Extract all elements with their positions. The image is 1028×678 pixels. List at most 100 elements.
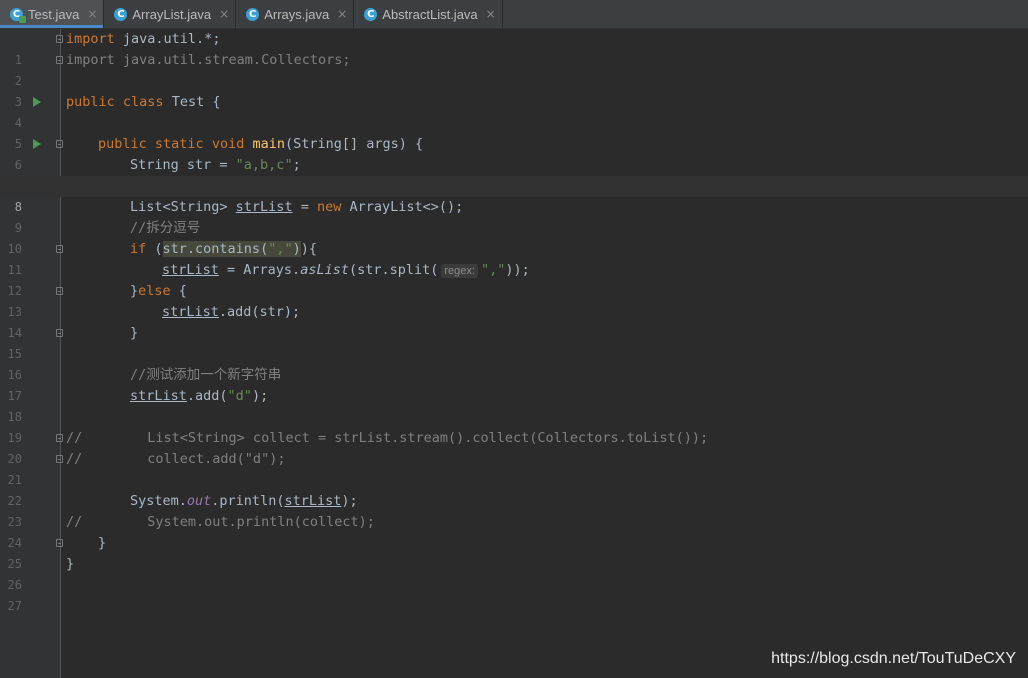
tab-label: Test.java <box>28 6 80 22</box>
code-token: "d" <box>227 388 252 404</box>
code-line-15[interactable]: 15 } <box>0 323 1028 361</box>
code-comment: // collect.add("d"); <box>66 451 286 467</box>
code-token: List<String> <box>130 199 236 215</box>
watermark: https://blog.csdn.net/TouTuDeCXY <box>771 650 1016 667</box>
code-token: "a,b,c" <box>235 157 293 173</box>
code-line-22[interactable]: 22 <box>0 470 1028 508</box>
close-icon[interactable]: × <box>337 7 347 21</box>
code-line-10[interactable]: 10 //拆分逗号 <box>0 218 1028 256</box>
code-line-2[interactable]: 2 import java.util.stream.Collectors; <box>0 50 1028 88</box>
code-token: strList <box>235 199 293 215</box>
close-icon[interactable]: × <box>486 7 496 21</box>
code-token: ; <box>292 157 301 173</box>
code-line-17[interactable]: 17 //测试添加一个新字符串 <box>0 365 1028 403</box>
code-token: ){ <box>300 241 317 257</box>
code-token: .println( <box>211 493 285 509</box>
java-class-icon: C <box>114 7 128 21</box>
code-token: main <box>252 136 286 152</box>
code-line-14[interactable]: 14 strList.add(str); <box>0 302 1028 340</box>
code-line-24[interactable]: 24 // System.out.println(collect); <box>0 512 1028 550</box>
code-token: ( <box>146 241 163 257</box>
fold-icon[interactable] <box>56 539 63 547</box>
code-line-26[interactable]: 26 } <box>0 554 1028 592</box>
code-line-23[interactable]: 23 System.out.println(strList); <box>0 491 1028 529</box>
code-token: class <box>122 94 164 110</box>
code-line-16[interactable]: 16 <box>0 344 1028 382</box>
code-token: } <box>130 283 139 299</box>
code-token: asList <box>300 262 349 278</box>
code-line-25[interactable]: 25 } <box>0 533 1028 571</box>
code-line-21[interactable]: 21 // collect.add("d"); <box>0 449 1028 487</box>
code-token: .add(str); <box>218 304 301 320</box>
line-number: 27 <box>7 599 22 613</box>
code-token: else <box>138 283 171 299</box>
code-line-5[interactable]: 5 <box>0 113 1028 151</box>
code-comment: // List<String> collect = strList.stream… <box>66 430 709 446</box>
run-icon[interactable] <box>33 139 41 149</box>
tab-label: ArrayList.java <box>132 6 212 22</box>
close-icon[interactable]: × <box>87 7 97 21</box>
code-token: import <box>66 31 115 47</box>
code-token: public <box>66 94 115 110</box>
tab-label: AbstractList.java <box>382 6 478 22</box>
code-line-18[interactable]: 18 strList.add("d"); <box>0 386 1028 424</box>
code-line-20[interactable]: 20 // List<String> collect = strList.str… <box>0 428 1028 466</box>
code-token: import java.util.stream.Collectors; <box>66 52 351 68</box>
fold-icon[interactable] <box>56 245 63 253</box>
java-class-icon: C <box>10 7 26 23</box>
code-editor[interactable]: 1 import java.util.*; 2 import java.util… <box>0 29 1028 678</box>
code-token: ); <box>251 388 269 404</box>
tab-arrays-java[interactable]: C Arrays.java × <box>236 0 355 28</box>
code-token: .add( <box>186 388 228 404</box>
code-token: } <box>130 325 139 341</box>
tab-abstractlist-java[interactable]: C AbstractList.java × <box>354 0 503 28</box>
run-icon[interactable] <box>33 97 41 107</box>
fold-icon[interactable] <box>56 140 63 148</box>
fold-icon[interactable] <box>56 434 63 442</box>
code-token: if <box>130 241 147 257</box>
fold-icon[interactable] <box>56 329 63 337</box>
code-line-1[interactable]: 1 import java.util.*; <box>0 29 1028 67</box>
code-line-8[interactable]: 8 <box>0 176 1028 214</box>
code-token: ArrayList<>(); <box>341 199 464 215</box>
fold-icon[interactable] <box>56 455 63 463</box>
code-line-12[interactable]: 12 strList = Arrays.asList(str.split(reg… <box>0 260 1028 298</box>
code-line-19[interactable]: 19 <box>0 407 1028 445</box>
tab-test-java[interactable]: C Test.java × <box>0 0 105 28</box>
code-token: = Arrays. <box>218 262 301 278</box>
code-token: String str = <box>130 157 236 173</box>
code-token: } <box>66 556 75 572</box>
close-icon[interactable]: × <box>219 7 229 21</box>
java-class-icon: C <box>246 7 260 21</box>
editor-tab-bar: C Test.java × C ArrayList.java × C Array… <box>0 0 1028 29</box>
fold-icon[interactable] <box>56 35 63 43</box>
code-line-6[interactable]: 6 public static void main(String[] args)… <box>0 134 1028 172</box>
code-line-11[interactable]: 11 if (str.contains(",")){ <box>0 239 1028 277</box>
code-token: "," <box>268 241 293 257</box>
parameter-hint: regex: <box>441 264 478 278</box>
code-token: )); <box>505 262 530 278</box>
code-comment: // System.out.println(collect); <box>66 514 375 530</box>
code-token: (String[] args) { <box>285 136 424 152</box>
code-line-27[interactable]: 27 <box>0 575 1028 613</box>
code-token: (str.split( <box>348 262 439 278</box>
code-token: System. <box>130 493 187 509</box>
code-line-7[interactable]: 7 String str = "a,b,c"; <box>0 155 1028 193</box>
code-line-4[interactable]: 4 public class Test { <box>0 92 1028 130</box>
fold-icon[interactable] <box>56 56 63 64</box>
code-token: static <box>154 136 204 152</box>
code-token: strList <box>130 388 187 404</box>
code-token: out <box>186 493 212 509</box>
code-token: = <box>292 199 317 215</box>
tab-arraylist-java[interactable]: C ArrayList.java × <box>104 0 237 28</box>
code-line-13[interactable]: 13 }else { <box>0 281 1028 319</box>
code-token: strList <box>162 304 219 320</box>
code-line-3[interactable]: 3 <box>0 71 1028 109</box>
tab-label: Arrays.java <box>264 6 330 22</box>
code-line-9[interactable]: 9 List<String> strList = new ArrayList<>… <box>0 197 1028 235</box>
fold-icon[interactable] <box>56 287 63 295</box>
java-class-icon: C <box>364 7 378 21</box>
